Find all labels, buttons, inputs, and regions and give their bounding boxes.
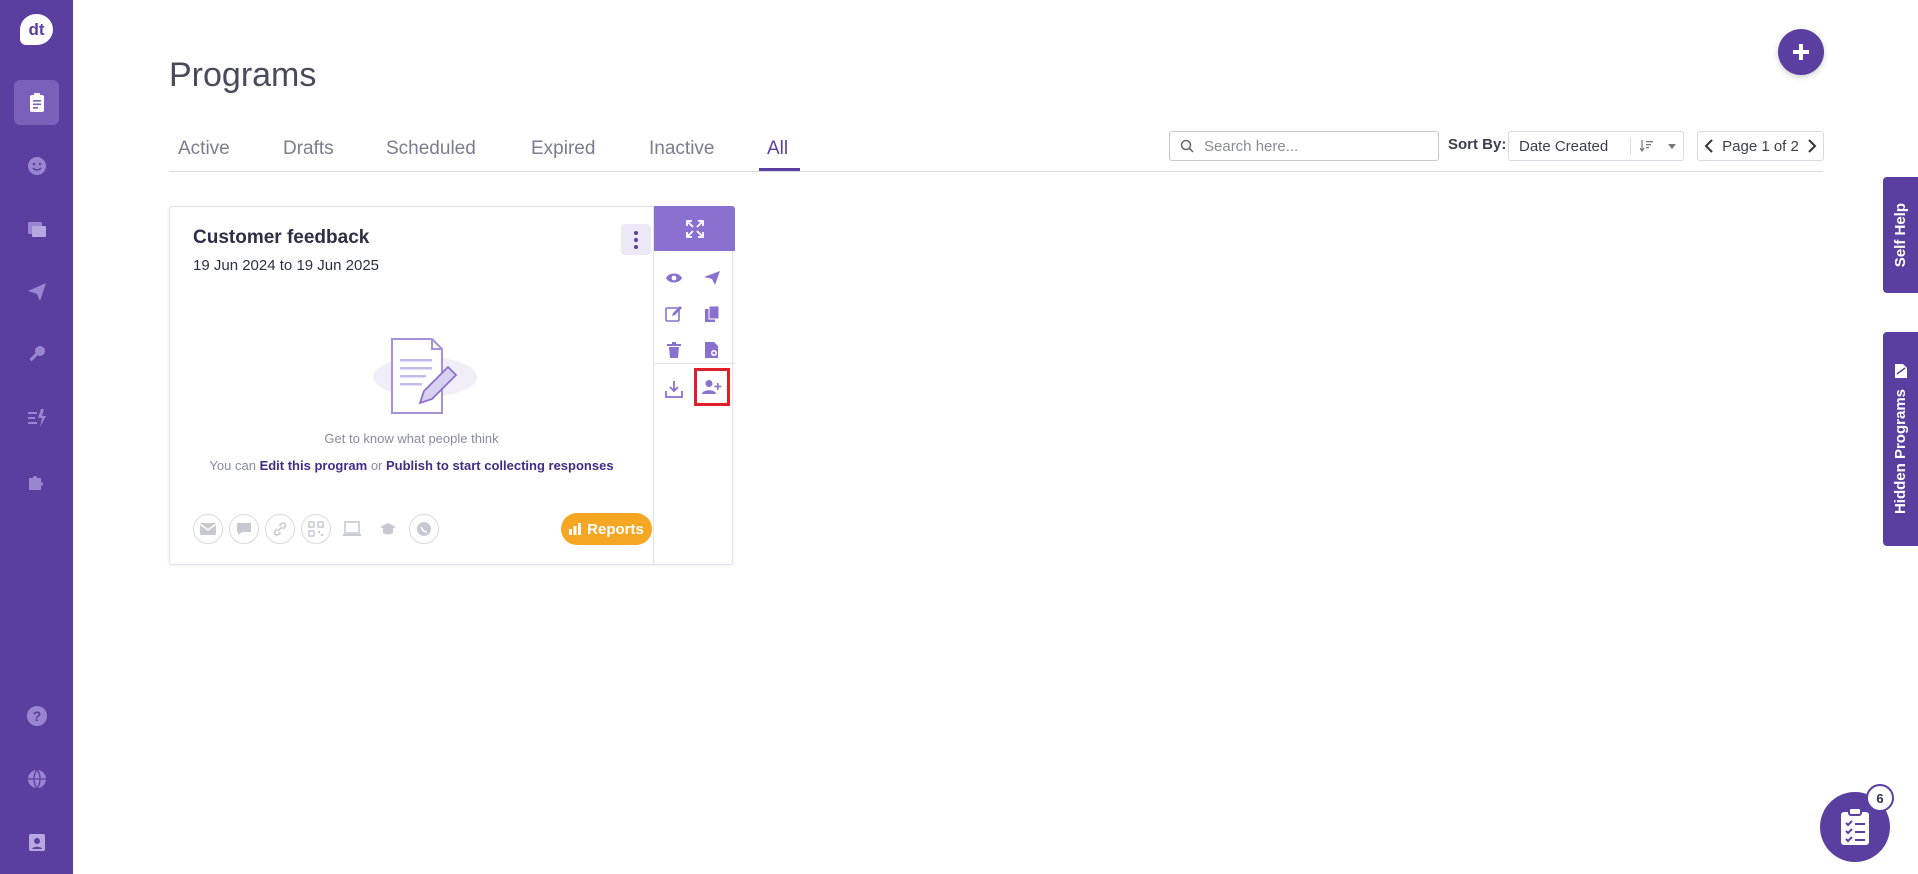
email-icon[interactable] bbox=[193, 514, 223, 544]
settings-doc-icon bbox=[705, 342, 718, 358]
expand-button[interactable] bbox=[654, 206, 735, 251]
more-options-button[interactable] bbox=[621, 224, 651, 255]
copy-button[interactable] bbox=[697, 299, 727, 329]
expand-icon bbox=[685, 219, 704, 238]
profile-icon bbox=[28, 833, 45, 851]
program-title[interactable]: Customer feedback bbox=[193, 227, 369, 249]
sort-value: Date Created bbox=[1519, 137, 1609, 155]
self-help-label: Self Help bbox=[1892, 202, 1909, 268]
key-icon bbox=[28, 345, 45, 361]
lms-icon[interactable] bbox=[373, 514, 403, 544]
tab-expired[interactable]: Expired bbox=[531, 138, 595, 160]
cta-or: or bbox=[370, 458, 383, 473]
tasks-count-badge: 6 bbox=[1866, 784, 1894, 812]
card-action-rail bbox=[653, 206, 735, 565]
puzzle-icon bbox=[28, 475, 43, 490]
publish-program-link[interactable]: Publish to start collecting responses bbox=[386, 458, 614, 473]
active-tab-indicator bbox=[759, 168, 800, 171]
program-card: Customer feedback 19 Jun 2024 to 19 Jun … bbox=[169, 206, 735, 565]
page-indicator: Page 1 of 2 bbox=[1722, 137, 1799, 155]
sort-order-icon[interactable] bbox=[1640, 139, 1654, 153]
send-button[interactable] bbox=[697, 263, 727, 293]
link-icon[interactable] bbox=[265, 514, 295, 544]
automation-icon bbox=[27, 408, 46, 427]
date-separator: to bbox=[279, 257, 293, 274]
sort-divider bbox=[1630, 138, 1631, 155]
smiley-icon bbox=[27, 156, 46, 175]
hidden-programs-tab[interactable]: Hidden Programs bbox=[1883, 332, 1918, 546]
end-date: 19 Jun 2025 bbox=[296, 257, 380, 274]
svg-text:?: ? bbox=[32, 708, 41, 724]
nav-access[interactable] bbox=[14, 332, 59, 377]
start-date: 19 Jun 2024 bbox=[193, 257, 276, 274]
download-icon bbox=[665, 381, 683, 398]
download-button[interactable] bbox=[659, 374, 689, 404]
kiosk-icon[interactable] bbox=[337, 514, 367, 544]
self-help-tab[interactable]: Self Help bbox=[1883, 177, 1918, 293]
sort-select[interactable]: Date Created bbox=[1508, 131, 1684, 161]
tab-all[interactable]: All bbox=[767, 138, 788, 160]
preview-button[interactable] bbox=[659, 263, 689, 293]
nav-integrations[interactable] bbox=[14, 458, 59, 503]
tab-active[interactable]: Active bbox=[178, 138, 230, 160]
nav-automation[interactable] bbox=[14, 395, 59, 440]
search-icon bbox=[1180, 139, 1194, 153]
search-box bbox=[1169, 131, 1439, 161]
nav-language[interactable] bbox=[14, 756, 59, 801]
program-settings-button[interactable] bbox=[697, 335, 727, 365]
hidden-doc-icon bbox=[1894, 364, 1907, 379]
search-input[interactable] bbox=[1204, 137, 1424, 155]
chevron-right-icon[interactable] bbox=[1807, 139, 1817, 153]
logo-text: dt bbox=[28, 19, 45, 39]
delete-icon bbox=[667, 342, 681, 358]
add-user-button[interactable] bbox=[694, 368, 730, 406]
qr-code-icon[interactable] bbox=[301, 514, 331, 544]
paper-plane-icon bbox=[27, 282, 46, 301]
page-title: Programs bbox=[169, 56, 317, 94]
add-user-icon bbox=[702, 380, 722, 394]
delete-button[interactable] bbox=[659, 335, 689, 365]
program-cta: You can Edit this program or Publish to … bbox=[170, 458, 653, 473]
checklist-icon bbox=[1841, 807, 1869, 845]
nav-distribute[interactable] bbox=[14, 269, 59, 314]
edit-program-link[interactable]: Edit this program bbox=[260, 458, 368, 473]
hidden-programs-label: Hidden Programs bbox=[1892, 389, 1909, 515]
reports-button[interactable]: Reports bbox=[561, 513, 652, 545]
program-description: Get to know what people think bbox=[324, 431, 499, 446]
send-icon bbox=[704, 271, 720, 285]
preview-icon bbox=[666, 273, 682, 283]
app-logo[interactable]: dt bbox=[20, 14, 53, 45]
whatsapp-icon[interactable] bbox=[409, 514, 439, 544]
pagination: Page 1 of 2 bbox=[1697, 131, 1824, 161]
reports-label: Reports bbox=[587, 520, 644, 538]
globe-icon bbox=[27, 769, 46, 788]
nav-help[interactable]: ? bbox=[14, 693, 59, 738]
cta-prefix: You can bbox=[209, 458, 256, 473]
edit-button[interactable] bbox=[659, 299, 689, 329]
nav-experience[interactable] bbox=[14, 143, 59, 188]
copy-icon bbox=[705, 305, 720, 322]
tab-scheduled[interactable]: Scheduled bbox=[386, 138, 476, 160]
chevron-left-icon[interactable] bbox=[1704, 139, 1714, 153]
document-illustration-icon bbox=[373, 338, 477, 414]
tab-inactive[interactable]: Inactive bbox=[649, 138, 714, 160]
plus-icon bbox=[1793, 44, 1809, 60]
edit-icon bbox=[665, 306, 682, 322]
action-divider bbox=[654, 363, 735, 364]
sms-icon[interactable] bbox=[229, 514, 259, 544]
sort-label: Sort By: bbox=[1448, 136, 1507, 153]
sidebar: dt ? bbox=[0, 0, 73, 874]
add-program-button[interactable] bbox=[1778, 29, 1824, 75]
program-dates: 19 Jun 2024 to 19 Jun 2025 bbox=[193, 257, 379, 274]
nav-gallery[interactable] bbox=[14, 206, 59, 251]
bar-chart-icon bbox=[569, 523, 582, 535]
channel-list bbox=[193, 514, 439, 544]
gallery-icon bbox=[27, 221, 46, 237]
nav-programs[interactable] bbox=[14, 80, 59, 125]
tab-drafts[interactable]: Drafts bbox=[283, 138, 334, 160]
clipboard-icon bbox=[29, 92, 44, 112]
help-icon: ? bbox=[26, 705, 47, 726]
nav-profile[interactable] bbox=[14, 819, 59, 864]
chevron-down-icon bbox=[1668, 144, 1676, 149]
